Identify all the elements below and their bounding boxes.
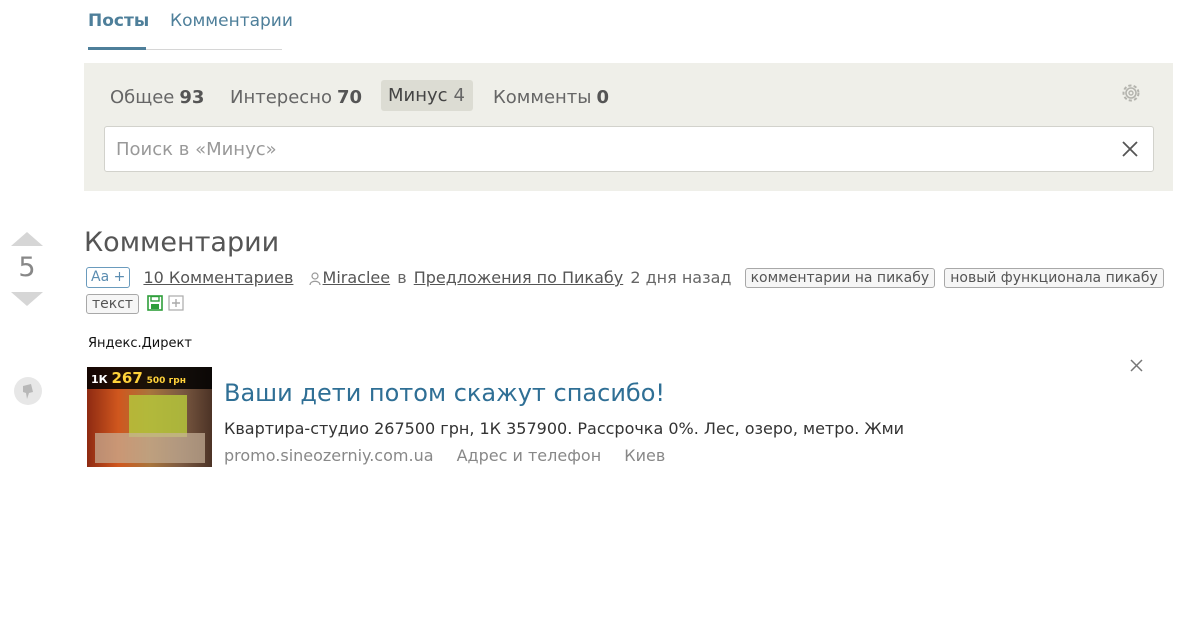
comments-count-link[interactable]: 10 Комментариев: [143, 268, 293, 287]
filter-interesting-label: Интересно: [230, 87, 332, 108]
search-input[interactable]: [105, 127, 1116, 171]
search-box: [104, 126, 1154, 172]
community-link[interactable]: Предложения по Пикабу: [414, 268, 624, 287]
ad-contacts-link[interactable]: Адрес и телефон: [457, 446, 602, 465]
filter-interesting-count: 70: [336, 87, 363, 108]
ad-title-link[interactable]: Ваши дети потом скажут спасибо!: [224, 379, 665, 407]
ad-city-link[interactable]: Киев: [624, 446, 665, 465]
ad-image[interactable]: 1К 267 500 грн: [87, 367, 212, 467]
active-tab-indicator: [88, 47, 146, 50]
tab-comments[interactable]: Комментарии: [170, 11, 293, 31]
ad-image-price-suffix: 500 грн: [146, 376, 186, 386]
arrow-up-icon[interactable]: [11, 232, 43, 246]
close-icon[interactable]: [1129, 358, 1144, 373]
author-link[interactable]: Miraclee: [323, 268, 391, 287]
post-title[interactable]: Комментарии: [84, 227, 279, 258]
ad-text: Квартира-студио 267500 грн, 1К 357900. Р…: [224, 419, 905, 438]
post-time: 2 дня назад: [630, 268, 732, 287]
save-icon[interactable]: [147, 295, 163, 311]
filter-comments-label: Комменты: [493, 87, 592, 108]
user-icon: [308, 271, 321, 285]
arrow-down-icon[interactable]: [11, 292, 43, 306]
ad-image-price-value: 267: [111, 369, 143, 387]
tag-item[interactable]: текст: [86, 294, 140, 314]
profile-tabs: Посты Комментарии: [88, 0, 293, 50]
filter-panel: Общее 93 Интересно 70 Минус 4 Комменты 0: [84, 63, 1173, 191]
tab-posts[interactable]: Посты: [88, 11, 149, 31]
post-meta-secondary: текст: [86, 293, 184, 314]
filter-minus[interactable]: Минус 4: [381, 80, 473, 111]
ad-image-price: 1К 267 500 грн: [91, 369, 186, 387]
filter-all-label: Общее: [110, 87, 175, 108]
pin-icon[interactable]: [14, 377, 42, 405]
filter-all[interactable]: Общее 93: [110, 87, 204, 108]
tag-item[interactable]: новый функционала пикабу: [944, 267, 1164, 288]
plus-icon[interactable]: [168, 295, 184, 311]
font-size-button[interactable]: Aa +: [86, 267, 131, 288]
filter-all-count: 93: [179, 87, 205, 108]
ad-label: Яндекс.Директ: [88, 336, 192, 351]
gear-icon[interactable]: [1120, 82, 1142, 104]
filter-comments-count: 0: [596, 87, 610, 108]
filter-comments[interactable]: Комменты 0: [493, 87, 609, 108]
post-meta: Aa + 10 Комментариев Miraclee в Предложе…: [86, 267, 1164, 288]
tag-item[interactable]: комментарии на пикабу: [744, 267, 936, 288]
post-rating: 5: [18, 252, 36, 283]
filter-minus-label: Минус: [388, 85, 448, 106]
ad-domain-link[interactable]: promo.sineozerniy.com.ua: [224, 446, 434, 465]
close-icon[interactable]: [1121, 140, 1139, 158]
ad-links: promo.sineozerniy.com.ua Адрес и телефон…: [224, 446, 683, 465]
in-word: в: [397, 268, 407, 287]
filter-minus-count: 4: [453, 85, 465, 106]
filter-interesting[interactable]: Интересно 70: [230, 87, 362, 108]
ad-image-price-prefix: 1К: [91, 373, 108, 386]
